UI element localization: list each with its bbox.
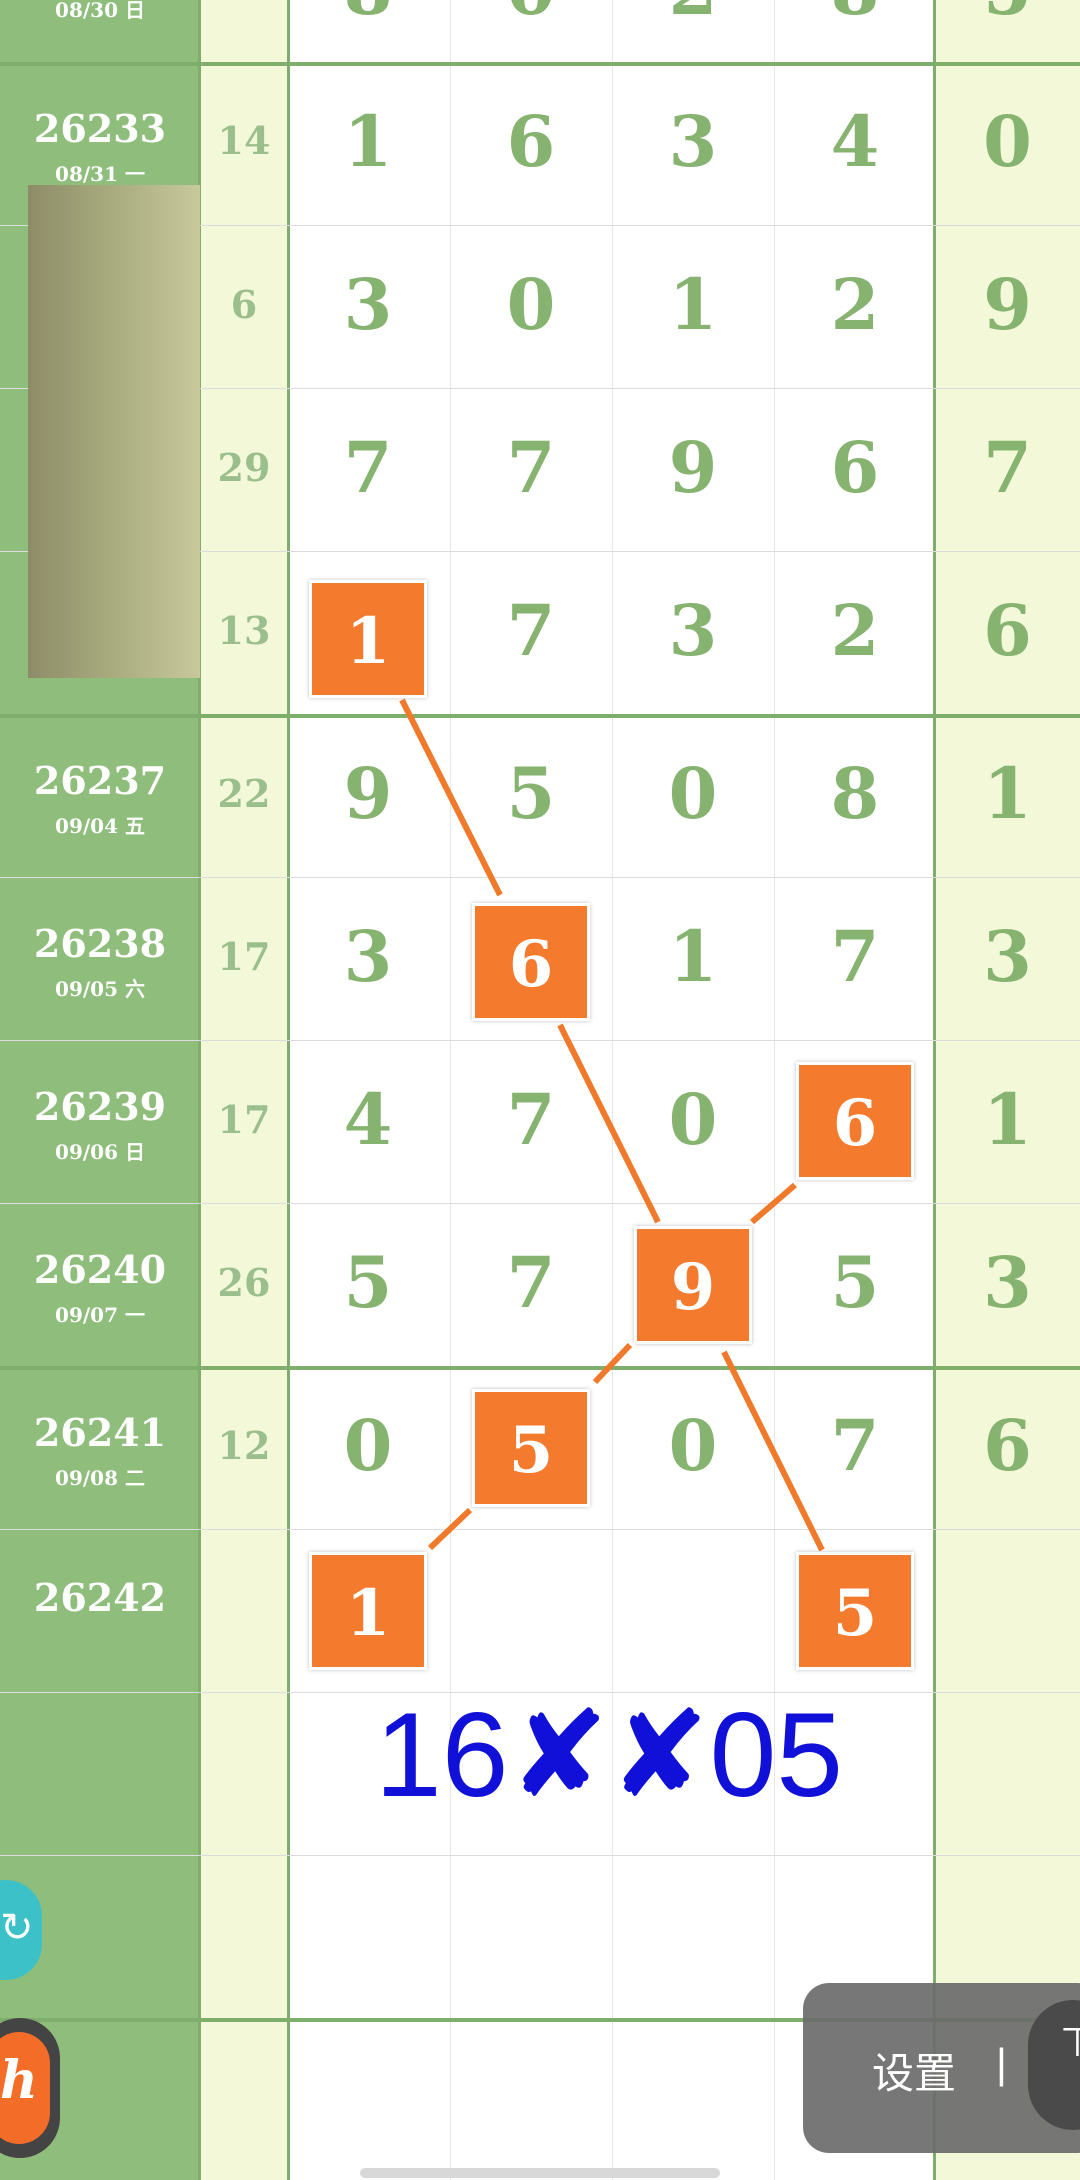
digit-cell: 2 bbox=[830, 589, 880, 672]
prediction-text: 16✘✘05 bbox=[375, 1688, 844, 1822]
row-divider bbox=[0, 1855, 1080, 1856]
sum-cell: 26 bbox=[217, 1260, 271, 1305]
digit-cell: 7 bbox=[343, 426, 393, 509]
digit-cell: 2 bbox=[612, 0, 774, 31]
issue-number: 26242 bbox=[33, 1575, 167, 1620]
redacted-area bbox=[28, 185, 200, 678]
sum-cell: 17 bbox=[217, 1097, 271, 1142]
home-indicator[interactable] bbox=[360, 2168, 720, 2178]
sum-cell: 14 bbox=[217, 118, 271, 163]
digit-cell: 9 bbox=[343, 752, 393, 835]
settings-button[interactable]: 设置 bbox=[872, 2040, 956, 2101]
digit-cell: 8 bbox=[830, 752, 880, 835]
highlight-cell: 5 bbox=[796, 1552, 914, 1670]
row-divider bbox=[0, 1529, 1080, 1530]
issue-date: 08/30 日 bbox=[55, 0, 145, 22]
row-divider bbox=[0, 1366, 1080, 1370]
last-digit-cell: 9 bbox=[983, 263, 1032, 346]
digit-cell: 4 bbox=[830, 100, 880, 183]
row-divider bbox=[0, 714, 1080, 718]
last-digit-cell: 6 bbox=[983, 1404, 1032, 1487]
digit-cell: 3 bbox=[343, 915, 393, 998]
digit-cell: 3 bbox=[668, 589, 718, 672]
issue-date: 09/05 六 bbox=[55, 977, 145, 1001]
collapse-icon: ⊤ bbox=[1060, 2021, 1080, 2065]
digit-cell: 1 bbox=[668, 915, 718, 998]
sum-cell: 12 bbox=[217, 1423, 271, 1468]
digit-cell: 0 bbox=[343, 1404, 393, 1487]
last-digit-cell: 3 bbox=[983, 1241, 1032, 1324]
sum-column bbox=[200, 0, 288, 2180]
last-digit-cell: 5 bbox=[935, 0, 1080, 31]
digit-cell: 8 bbox=[774, 0, 936, 31]
digit-cell: 1 bbox=[668, 263, 718, 346]
digit-cell: 7 bbox=[830, 1404, 880, 1487]
last-digit-cell: 3 bbox=[983, 915, 1032, 998]
issue-date: 09/07 一 bbox=[55, 1303, 145, 1327]
row-divider bbox=[0, 62, 1080, 66]
digit-cell: 7 bbox=[506, 1078, 556, 1161]
highlight-cell: 6 bbox=[796, 1062, 914, 1180]
digit-cell: 3 bbox=[343, 263, 393, 346]
row-divider bbox=[0, 877, 1080, 878]
digit-cell: 0 bbox=[506, 263, 556, 346]
app-h-icon: h bbox=[0, 2050, 38, 2111]
last-digit-cell: 1 bbox=[983, 752, 1032, 835]
last-digit-cell: 1 bbox=[983, 1078, 1032, 1161]
last-digit-cell: 6 bbox=[983, 589, 1032, 672]
issue-date: 08/31 一 bbox=[55, 162, 145, 186]
sum-cell: 29 bbox=[217, 445, 271, 490]
sum-cell: 22 bbox=[217, 771, 271, 816]
digit-cell: 1 bbox=[343, 100, 393, 183]
digit-cell: 0 bbox=[450, 0, 612, 31]
issue-number: 26239 bbox=[33, 1084, 167, 1129]
settings-separator: | bbox=[996, 2040, 1007, 2087]
row-divider bbox=[0, 1203, 1080, 1204]
issue-number: 26238 bbox=[33, 921, 167, 966]
digit-cell: 0 bbox=[668, 752, 718, 835]
digit-cell: 3 bbox=[668, 100, 718, 183]
digit-cell: 5 bbox=[830, 1241, 880, 1324]
digit-cell: 7 bbox=[830, 915, 880, 998]
issue-number: 26241 bbox=[33, 1410, 167, 1455]
refresh-icon: ↻ bbox=[0, 1905, 34, 1951]
issue-number: 26240 bbox=[33, 1247, 167, 1292]
digit-cell: 2 bbox=[830, 263, 880, 346]
digit-cell: 4 bbox=[343, 1078, 393, 1161]
issue-date: 09/08 二 bbox=[55, 1466, 145, 1490]
digit-cell: 7 bbox=[506, 589, 556, 672]
lottery-trend-chart: 08/30 日 8 0 2 8 5 26233 08/31 一 14 1 6 3… bbox=[0, 0, 1080, 2180]
digit-cell: 0 bbox=[668, 1404, 718, 1487]
highlight-cell: 9 bbox=[634, 1226, 752, 1344]
issue-number: 26233 bbox=[33, 106, 167, 151]
digit-cell: 7 bbox=[506, 1241, 556, 1324]
digit-cell: 5 bbox=[343, 1241, 393, 1324]
last-digit-cell: 0 bbox=[983, 100, 1032, 183]
row-divider bbox=[0, 1040, 1080, 1041]
issue-number: 26237 bbox=[33, 758, 167, 803]
digit-cell: 5 bbox=[506, 752, 556, 835]
digit-cell: 0 bbox=[668, 1078, 718, 1161]
issue-date: 09/06 日 bbox=[55, 1140, 145, 1164]
digit-cell: 6 bbox=[506, 100, 556, 183]
highlight-cell: 6 bbox=[472, 903, 590, 1021]
digit-cell: 6 bbox=[830, 426, 880, 509]
digit-cell: 9 bbox=[668, 426, 718, 509]
highlight-cell: 5 bbox=[472, 1389, 590, 1507]
sum-cell: 6 bbox=[230, 282, 258, 327]
digit-cell: 7 bbox=[506, 426, 556, 509]
highlight-cell: 1 bbox=[309, 1552, 427, 1670]
digit-cell: 8 bbox=[287, 0, 449, 31]
highlight-cell: 1 bbox=[309, 580, 427, 698]
sum-cell: 13 bbox=[217, 608, 271, 653]
issue-date: 09/04 五 bbox=[55, 814, 145, 838]
last-digit-cell: 7 bbox=[983, 426, 1032, 509]
sum-cell: 17 bbox=[217, 934, 271, 979]
